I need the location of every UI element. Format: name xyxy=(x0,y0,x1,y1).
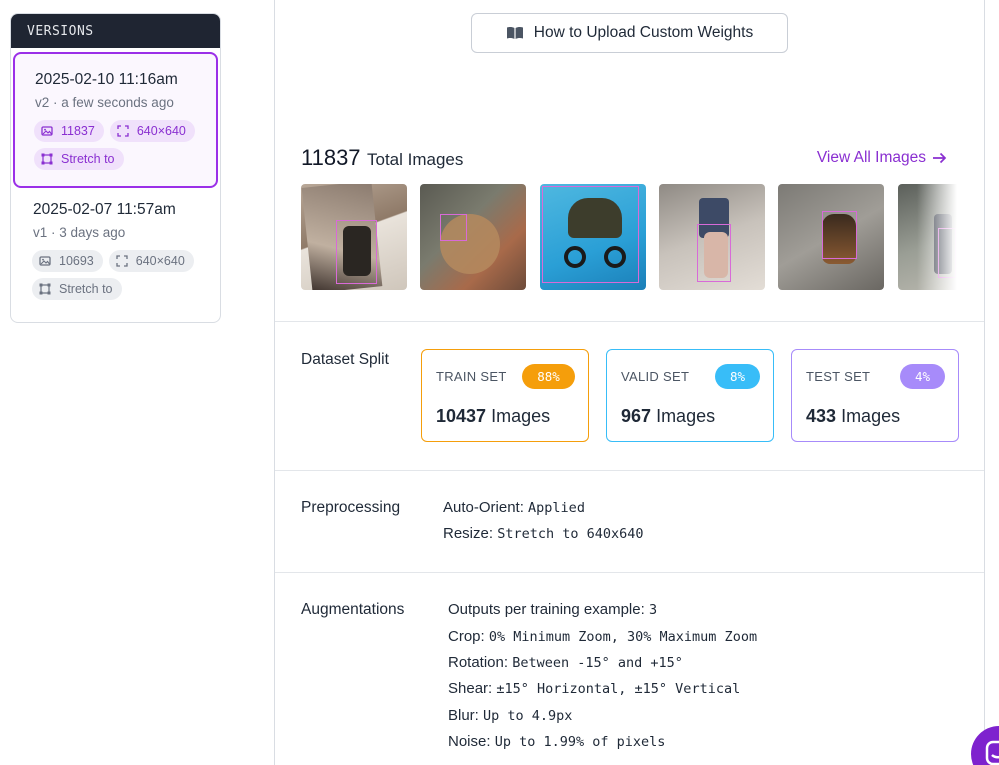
preprocessing-key: Auto-Orient: xyxy=(443,499,524,516)
valid-set-count-row: 967 Images xyxy=(621,406,715,427)
thumbnail-german-shepherd[interactable] xyxy=(778,184,884,290)
valid-set-count: 967 xyxy=(621,406,652,426)
resize-icon xyxy=(39,283,51,295)
valid-set-name: VALID SET xyxy=(621,369,690,384)
view-all-label: View All Images xyxy=(816,149,926,166)
augmentation-outputs: Outputs per training example: 3 xyxy=(448,601,657,618)
augmentation-rotation: Rotation: Between -15° and +15° xyxy=(448,654,683,671)
fullscreen-icon xyxy=(116,255,128,267)
version-subtitle: v1 · 3 days ago xyxy=(33,225,126,240)
thumbnail-street-scene[interactable] xyxy=(898,184,957,290)
augmentation-blur: Blur: Up to 4.9px xyxy=(448,707,572,724)
bounding-box xyxy=(822,211,857,259)
arrow-right-icon xyxy=(933,152,947,164)
version-card-v2[interactable]: 2025-02-10 11:16am v2 · a few seconds ag… xyxy=(13,52,218,188)
resize-chip: Stretch to xyxy=(34,148,124,170)
train-set-name: TRAIN SET xyxy=(436,369,507,384)
thumbnail-blue-stroller[interactable] xyxy=(540,184,646,290)
book-icon xyxy=(506,27,523,39)
resize-icon xyxy=(41,153,53,165)
valid-set-unit: Images xyxy=(656,406,716,426)
thumbnail-dog-sweater[interactable] xyxy=(420,184,526,290)
valid-set-card: VALID SET 8% 967 Images xyxy=(606,349,774,442)
resize-label: Stretch to xyxy=(59,282,113,296)
image-icon xyxy=(41,126,53,136)
test-set-count: 433 xyxy=(806,406,837,426)
augmentation-value: Between -15° and +15° xyxy=(512,655,683,671)
test-set-percent-badge: 4% xyxy=(900,364,945,389)
augmentation-value: Up to 1.99% of pixels xyxy=(494,734,666,750)
image-count-chip: 10693 xyxy=(32,250,103,272)
preprocessing-resize: Resize: Stretch to 640x640 xyxy=(443,525,644,542)
bounding-box xyxy=(938,228,956,278)
augmentation-key: Rotation: xyxy=(448,654,509,671)
train-set-count: 10437 xyxy=(436,406,487,426)
section-divider xyxy=(275,572,984,573)
dataset-split-label: Dataset Split xyxy=(301,351,389,368)
valid-set-percent-badge: 8% xyxy=(715,364,760,389)
version-title: 2025-02-07 11:57am xyxy=(33,201,176,218)
bounding-box xyxy=(440,214,467,241)
size-chip: 640×640 xyxy=(109,120,195,142)
image-icon xyxy=(39,256,51,266)
augmentation-value: 0% Minimum Zoom, 30% Maximum Zoom xyxy=(488,629,758,645)
test-set-unit: Images xyxy=(841,406,901,426)
preprocessing-value: Stretch to 640x640 xyxy=(497,526,644,542)
image-count: 10693 xyxy=(59,254,94,268)
train-set-count-row: 10437 Images xyxy=(436,406,550,427)
resize-label: Stretch to xyxy=(61,152,115,166)
test-set-name: TEST SET xyxy=(806,369,871,384)
augmentation-key: Crop: xyxy=(448,628,485,645)
bounding-box xyxy=(336,220,377,284)
thumbnail-stroller-woman[interactable] xyxy=(301,184,407,290)
augmentation-key: Shear: xyxy=(448,680,493,697)
augmentation-crop: Crop: 0% Minimum Zoom, 30% Maximum Zoom xyxy=(448,628,757,645)
test-set-count-row: 433 Images xyxy=(806,406,900,427)
augmentation-value: Up to 4.9px xyxy=(483,708,573,724)
augmentation-noise: Noise: Up to 1.99% of pixels xyxy=(448,733,665,750)
versions-panel: VERSIONS 2025-02-10 11:16am v2 · a few s… xyxy=(10,13,221,323)
upload-custom-weights-button[interactable]: How to Upload Custom Weights xyxy=(471,13,788,53)
section-divider xyxy=(275,321,984,322)
thumbnail-street-stroller[interactable] xyxy=(659,184,765,290)
train-set-card: TRAIN SET 88% 10437 Images xyxy=(421,349,589,442)
version-card-v1[interactable]: 2025-02-07 11:57am v1 · 3 days ago 10693… xyxy=(13,190,218,320)
section-divider xyxy=(275,470,984,471)
preprocessing-value: Applied xyxy=(528,500,585,516)
versions-header: VERSIONS xyxy=(11,14,220,48)
size-chip: 640×640 xyxy=(108,250,194,272)
chat-icon xyxy=(985,740,999,765)
test-set-card: TEST SET 4% 433 Images xyxy=(791,349,959,442)
augmentation-key: Outputs per training example: xyxy=(448,601,645,618)
train-set-unit: Images xyxy=(491,406,551,426)
view-all-images-link[interactable]: View All Images xyxy=(817,149,947,167)
augmentations-label: Augmentations xyxy=(301,601,405,618)
augmentation-key: Noise: xyxy=(448,733,491,750)
version-subtitle: v2 · a few seconds ago xyxy=(35,95,174,110)
bounding-box xyxy=(697,224,731,282)
augmentation-value: ±15° Horizontal, ±15° Vertical xyxy=(496,681,741,697)
version-detail-panel: How to Upload Custom Weights 11837 Total… xyxy=(274,0,985,765)
upload-button-label: How to Upload Custom Weights xyxy=(533,24,754,41)
image-count-chip: 11837 xyxy=(34,120,104,142)
image-count: 11837 xyxy=(61,124,95,138)
total-images-label: Total Images xyxy=(367,150,464,169)
preprocessing-auto-orient: Auto-Orient: Applied xyxy=(443,499,585,516)
resize-chip: Stretch to xyxy=(32,278,122,300)
image-size: 640×640 xyxy=(135,254,185,268)
augmentation-key: Blur: xyxy=(448,707,479,724)
augmentation-shear: Shear: ±15° Horizontal, ±15° Vertical xyxy=(448,680,740,697)
version-title: 2025-02-10 11:16am xyxy=(35,71,178,88)
fullscreen-icon xyxy=(117,125,129,137)
image-size: 640×640 xyxy=(136,124,186,138)
image-thumbnails xyxy=(301,184,957,290)
bounding-box xyxy=(542,186,639,283)
preprocessing-key: Resize: xyxy=(443,525,494,542)
train-set-percent-badge: 88% xyxy=(522,364,575,389)
total-images-count: 11837 xyxy=(301,145,361,170)
total-images-row: 11837 Total Images View All Images xyxy=(301,145,947,171)
augmentation-value: 3 xyxy=(648,602,658,618)
preprocessing-label: Preprocessing xyxy=(301,499,401,516)
